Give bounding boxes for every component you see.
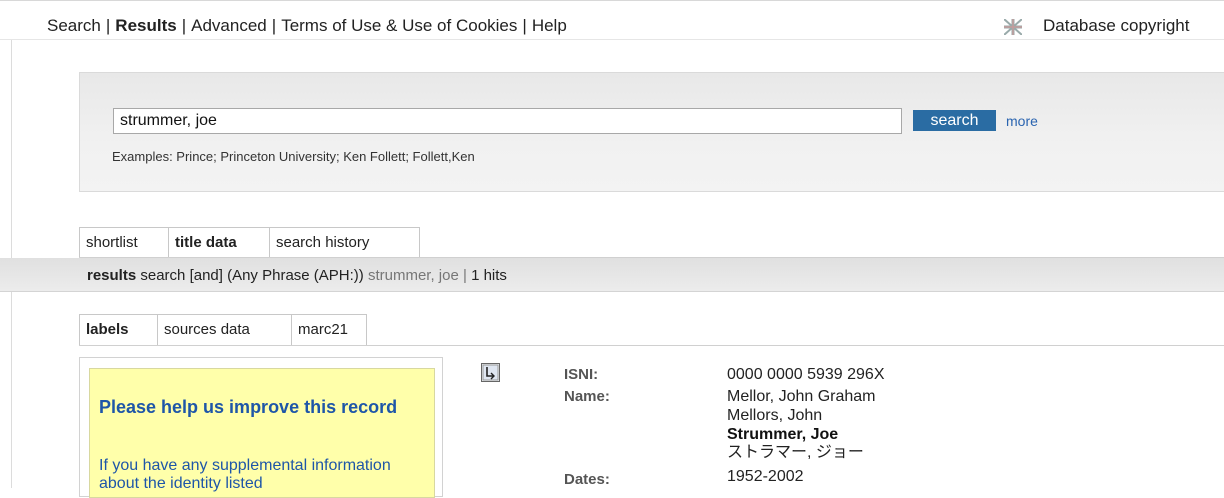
nav-search-link[interactable]: Search bbox=[47, 16, 101, 35]
view-tabs: shortlist title data search history bbox=[79, 227, 1224, 258]
dates-label: Dates: bbox=[564, 471, 610, 488]
nav-help-link[interactable]: Help bbox=[532, 16, 567, 35]
page-left-border bbox=[11, 0, 12, 488]
name-value: Mellor, John Graham bbox=[727, 388, 876, 405]
name-value: ストラマー, ジョー bbox=[727, 444, 864, 461]
results-separator: | bbox=[463, 267, 467, 284]
results-query: search [and] (Any Phrase (APH:)) bbox=[140, 267, 364, 284]
tab-shortlist[interactable]: shortlist bbox=[79, 227, 169, 257]
nav-separator: | bbox=[522, 16, 527, 35]
search-input[interactable] bbox=[113, 108, 902, 134]
database-copyright-link[interactable]: Database copyright bbox=[1043, 16, 1189, 36]
results-bar: results search [and] (Any Phrase (APH:))… bbox=[0, 258, 1224, 292]
nav-separator: | bbox=[105, 16, 111, 35]
tab-labels[interactable]: labels bbox=[79, 314, 158, 345]
flag-icon[interactable] bbox=[1004, 19, 1022, 35]
nav-advanced-link[interactable]: Advanced bbox=[191, 16, 267, 35]
results-hits: 1 hits bbox=[471, 267, 507, 284]
permalink-icon[interactable] bbox=[481, 363, 500, 382]
nav-separator: | bbox=[271, 16, 277, 35]
results-term: strummer, joe bbox=[367, 267, 459, 284]
search-examples: Examples: Prince; Princeton University; … bbox=[112, 149, 475, 164]
nav-separator: | bbox=[181, 16, 187, 35]
dates-value: 1952-2002 bbox=[727, 468, 804, 485]
nav-results-link[interactable]: Results bbox=[115, 16, 176, 35]
tab-sources-data[interactable]: sources data bbox=[157, 314, 292, 345]
isni-label: ISNI: bbox=[564, 366, 599, 383]
top-navigation: Search | Results | Advanced | Terms of Use & U… bbox=[0, 0, 1224, 40]
name-label: Name: bbox=[564, 388, 610, 405]
search-button[interactable]: search bbox=[913, 110, 996, 131]
more-options-link[interactable]: more bbox=[1006, 113, 1038, 129]
name-value-preferred: Strummer, Joe bbox=[727, 426, 839, 443]
isni-value: 0000 0000 5939 296X bbox=[727, 366, 885, 383]
nav-terms-link[interactable]: Terms of Use & Use of Cookies bbox=[281, 16, 517, 35]
tab-marc21[interactable]: marc21 bbox=[291, 314, 367, 345]
results-summary: results search [and] (Any Phrase (APH:))… bbox=[87, 267, 507, 284]
record-tabs: labels sources data marc21 bbox=[79, 314, 1224, 346]
tab-title-data[interactable]: title data bbox=[168, 227, 270, 257]
nav-links: Search | Results | Advanced | Terms of Use & U… bbox=[47, 16, 567, 36]
tab-search-history[interactable]: search history bbox=[269, 227, 420, 257]
help-title[interactable]: Please help us improve this record bbox=[99, 396, 419, 418]
name-value: Mellors, John bbox=[727, 407, 823, 424]
results-label: results bbox=[87, 267, 137, 284]
